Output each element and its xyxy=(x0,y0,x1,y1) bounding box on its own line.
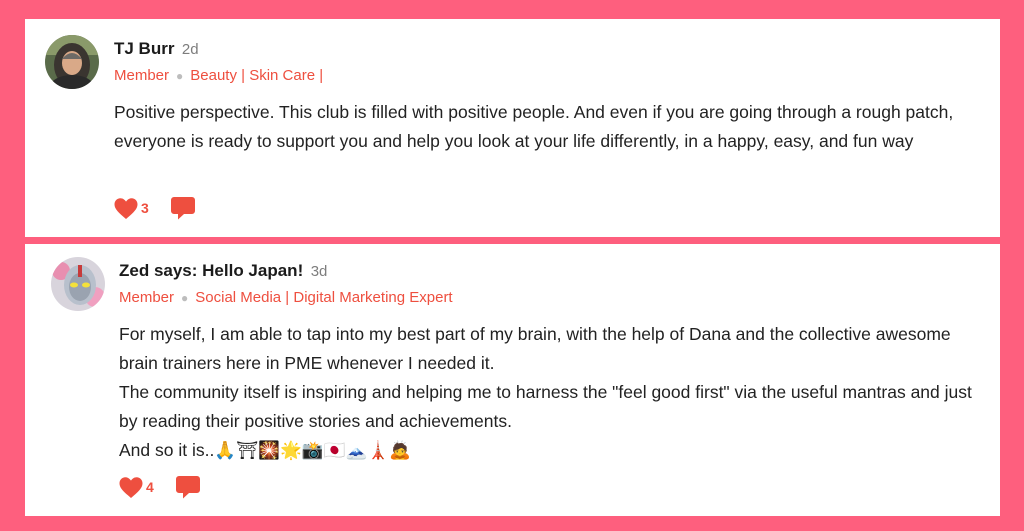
avatar[interactable] xyxy=(45,35,99,89)
heart-icon xyxy=(119,476,143,498)
separator-dot: ● xyxy=(181,291,189,305)
post-time: 2d xyxy=(181,41,199,58)
member-role: Member xyxy=(119,289,175,306)
comment-bubble-icon xyxy=(175,475,200,498)
author-tags: Beauty | Skin Care | xyxy=(190,67,324,84)
comment-bubble-icon xyxy=(170,196,195,219)
author-meta: Member ● Beauty | Skin Care | xyxy=(114,66,980,86)
author-tags: Social Media | Digital Marketing Expert xyxy=(195,289,453,306)
separator-dot: ● xyxy=(176,69,184,83)
like-button[interactable]: 4 xyxy=(118,476,154,499)
post-card: TJ Burr 2d Member ● Beauty | Skin Care | P… xyxy=(25,19,1000,237)
post-header: TJ Burr 2d xyxy=(114,37,980,61)
post-header: Zed says: Hello Japan! 3d xyxy=(119,259,980,283)
author-name[interactable]: Zed says: Hello Japan! xyxy=(119,261,303,280)
author-name[interactable]: TJ Burr xyxy=(114,39,174,58)
avatar-image xyxy=(51,257,105,311)
post-text-line: For myself, I am able to tap into my bes… xyxy=(119,324,951,373)
comment-button[interactable] xyxy=(175,475,201,500)
comment-button[interactable] xyxy=(170,196,196,221)
post-text: For myself, I am able to tap into my bes… xyxy=(119,320,980,465)
member-role: Member xyxy=(114,67,170,84)
like-count: 3 xyxy=(141,200,149,216)
post-card: Zed says: Hello Japan! 3d Member ● Social … xyxy=(25,244,1000,516)
post-text-line: The community itself is inspiring and he… xyxy=(119,382,972,431)
post-body: TJ Burr 2d Member ● Beauty | Skin Care | P… xyxy=(114,37,980,156)
avatar-image xyxy=(45,35,99,89)
post-actions: 4 xyxy=(118,474,201,500)
post-body: Zed says: Hello Japan! 3d Member ● Social … xyxy=(119,259,980,465)
author-meta: Member ● Social Media | Digital Marketing … xyxy=(119,288,980,308)
avatar[interactable] xyxy=(51,257,105,311)
like-count: 4 xyxy=(146,479,154,495)
post-text-line: And so it is..🙏⛩🎇🌟📸🇯🇵🗻🗼🙇 xyxy=(119,440,411,460)
like-button[interactable]: 3 xyxy=(113,197,149,220)
post-actions: 3 xyxy=(113,195,196,221)
heart-icon xyxy=(114,197,138,219)
post-text: Positive perspective. This club is fille… xyxy=(114,102,954,151)
post-time: 3d xyxy=(310,263,328,280)
